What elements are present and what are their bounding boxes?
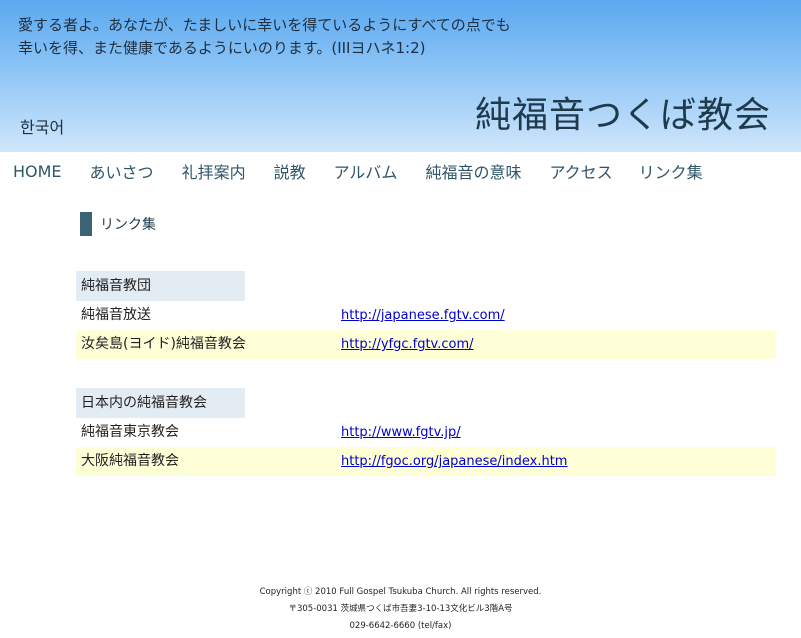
link-row: 汝矣島(ヨイド)純福音教会 http://yfgc.fgtv.com/ [76,330,776,359]
link-row: 大阪純福音教会 http://fgoc.org/japanese/index.h… [76,447,776,476]
site-title: 純福音つくば教会 [474,95,771,136]
main-nav: HOME あいさつ 礼拝案内 説教 アルバム 純福音の意味 アクセス リンク集 [0,152,801,190]
link-name: 汝矣島(ヨイド)純福音教会 [81,336,246,352]
link-group: 日本内の純福音教会 純福音東京教会 http://www.fgtv.jp/ 大阪… [76,388,776,476]
section-heading: リンク集 [80,212,156,236]
verse-line-1: 愛する者よ。あなたが、たましいに幸いを得ているようにすべての点でも [18,16,511,34]
nav-meaning[interactable]: 純福音の意味 [425,159,521,183]
link-group: 純福音教団 純福音放送 http://japanese.fgtv.com/ 汝矣… [76,271,776,359]
bible-verse: 愛する者よ。あなたが、たましいに幸いを得ているようにすべての点でも 幸いを得、ま… [18,14,738,60]
nav-worship-info[interactable]: 礼拝案内 [182,159,246,183]
link-url[interactable]: http://www.fgtv.jp/ [341,418,461,447]
link-name: 純福音放送 [81,307,151,323]
link-url[interactable]: http://fgoc.org/japanese/index.htm [341,447,567,476]
nav-home[interactable]: HOME [13,162,62,181]
link-url[interactable]: http://yfgc.fgtv.com/ [341,330,474,359]
nav-sermons[interactable]: 説教 [274,159,306,183]
section-heading-text: リンク集 [100,217,156,233]
footer-address: 〒305-0031 茨城県つくば市吾妻3-10-13文化ビル3階A号 [288,604,513,614]
group-title: 日本内の純福音教会 [76,388,245,418]
nav-greeting[interactable]: あいさつ [90,159,154,183]
link-name: 純福音東京教会 [81,424,179,440]
nav-links[interactable]: リンク集 [639,159,703,183]
link-row: 純福音放送 http://japanese.fgtv.com/ [76,301,776,330]
site-footer: Copyright ⓒ 2010 Full Gospel Tsukuba Chu… [0,584,801,635]
footer-phone: 029-6642-6660 (tel/fax) [349,621,452,631]
link-name: 大阪純福音教会 [81,453,179,469]
link-url[interactable]: http://japanese.fgtv.com/ [341,301,505,330]
nav-access[interactable]: アクセス [549,159,612,183]
korean-language-link[interactable]: 한국어 [20,114,64,138]
site-header: 愛する者よ。あなたが、たましいに幸いを得ているようにすべての点でも 幸いを得、ま… [0,0,801,152]
link-row: 純福音東京教会 http://www.fgtv.jp/ [76,418,776,447]
nav-album[interactable]: アルバム [334,159,398,183]
heading-marker [80,212,92,236]
footer-copyright: Copyright ⓒ 2010 Full Gospel Tsukuba Chu… [259,587,542,597]
verse-line-2: 幸いを得、また健康であるようにいのります。(IIIヨハネ1:2) [18,39,426,57]
group-title: 純福音教団 [76,271,245,301]
